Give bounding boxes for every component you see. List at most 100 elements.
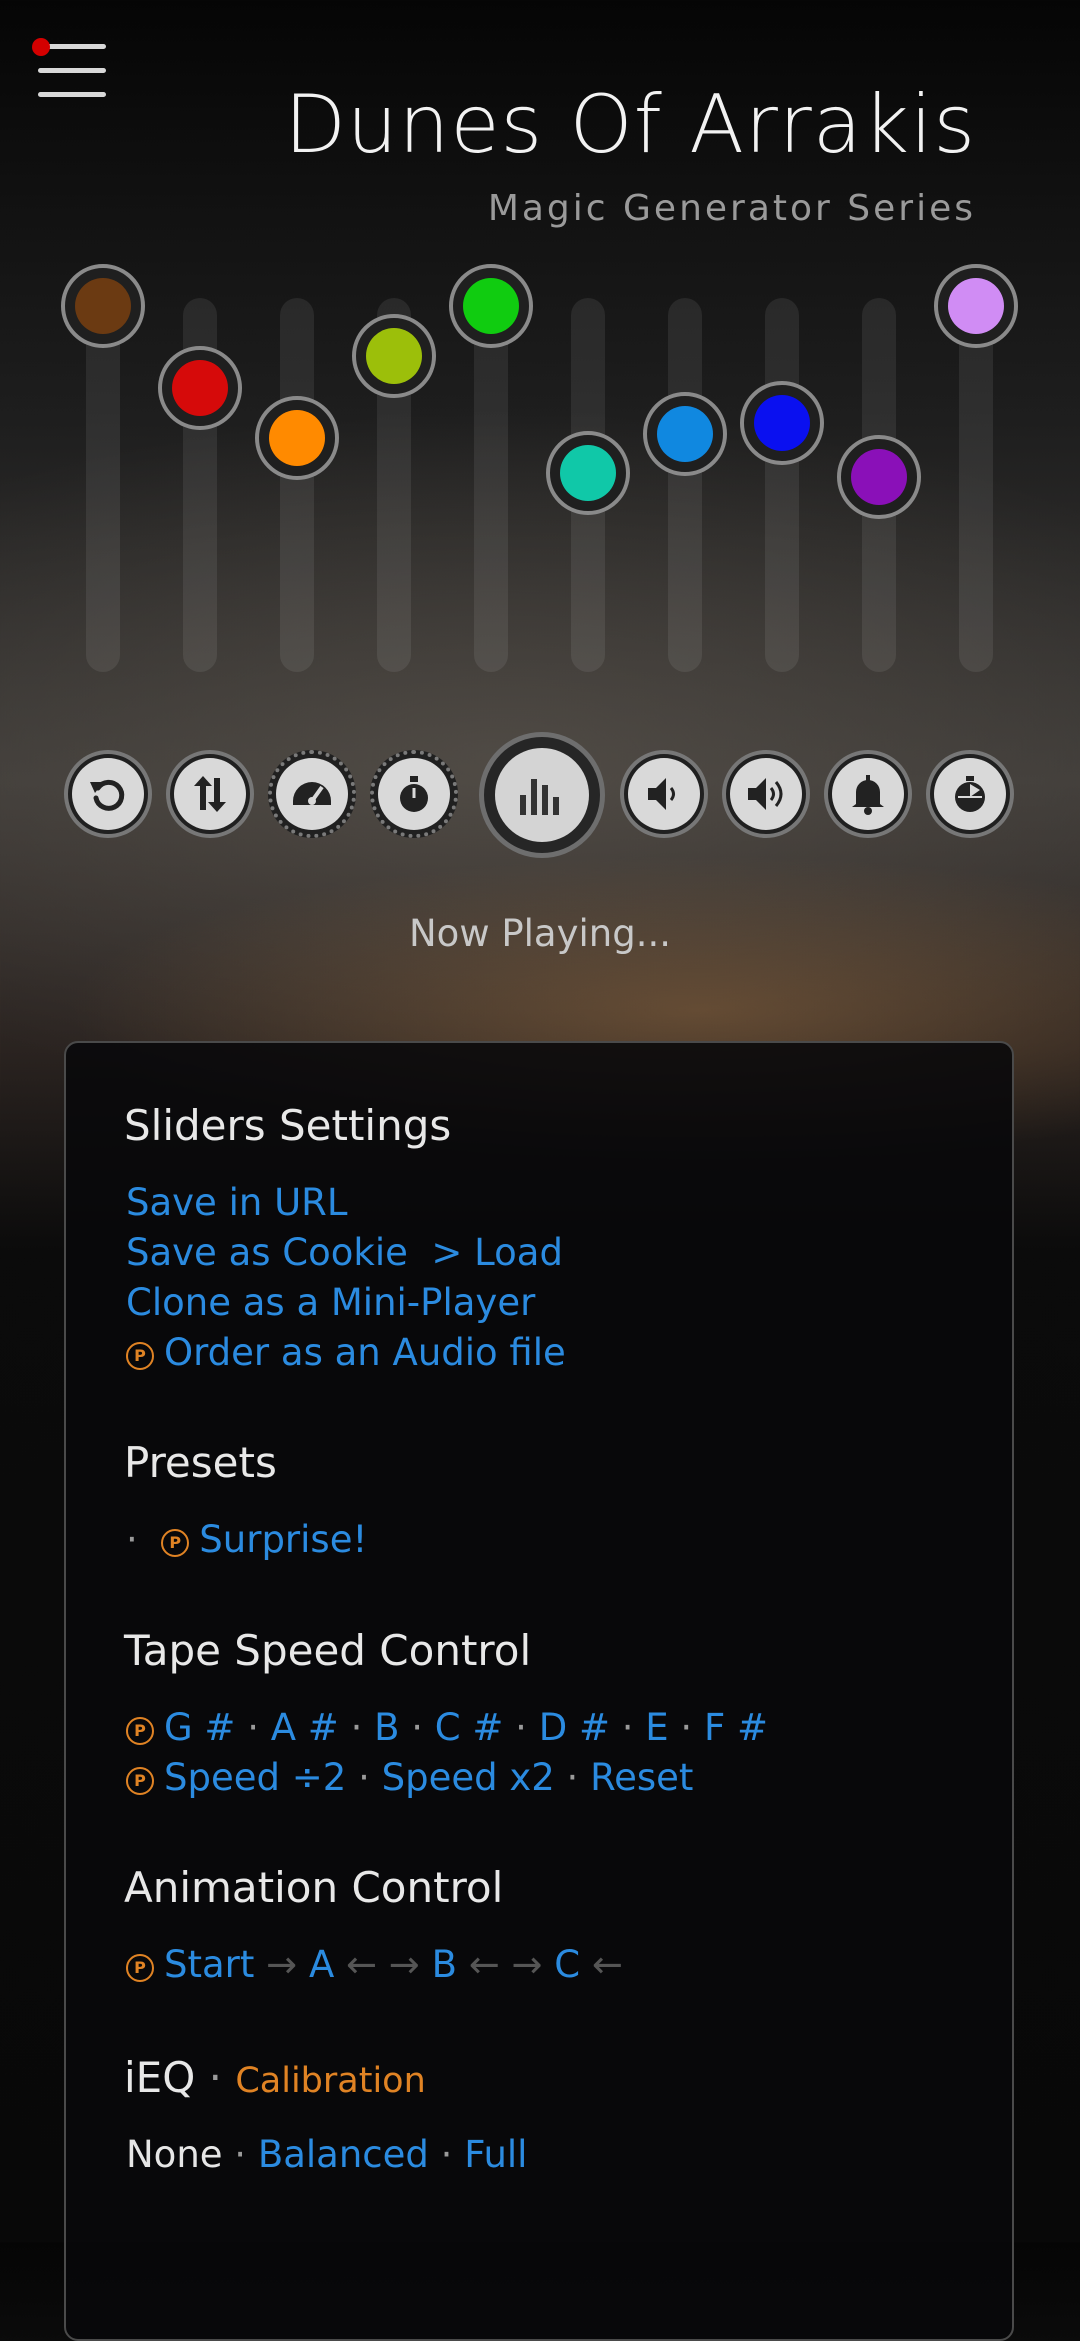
premium-icon: P [161, 1529, 190, 1557]
premium-icon: P [126, 1717, 154, 1745]
separator: · [503, 1706, 539, 1749]
slider-knob-color [172, 359, 228, 416]
load-link[interactable]: > Load [431, 1231, 563, 1274]
slider-knob-color [948, 278, 1004, 334]
slider-knob-color [560, 445, 616, 502]
separator: · [440, 2133, 453, 2176]
ieq-none-option[interactable]: None [126, 2133, 223, 2176]
clone-mini-player-link[interactable]: Clone as a Mini-Player [126, 1281, 535, 1324]
page-title: Dunes Of Arrakis [284, 78, 976, 171]
separator: · [338, 1706, 375, 1749]
sliders-settings-heading: Sliders Settings [124, 1101, 452, 1150]
slider-knob[interactable] [546, 431, 630, 516]
sliders-shuffle-icon [174, 758, 246, 830]
speedometer-icon [276, 758, 348, 830]
reset-button[interactable] [64, 750, 152, 838]
slider-knob[interactable] [61, 264, 145, 348]
premium-icon: P [126, 1767, 154, 1795]
slider-track[interactable] [959, 298, 993, 672]
tape-note-link[interactable]: F # [704, 1706, 768, 1749]
volume-high-button[interactable] [722, 750, 810, 838]
bell-button[interactable] [824, 750, 912, 838]
bell-icon [832, 758, 904, 830]
now-playing-status: Now Playing... [409, 912, 671, 955]
sliders-shuffle-button[interactable] [166, 750, 254, 838]
order-audio-file-link[interactable]: Order as an Audio file [164, 1331, 566, 1374]
bullet: · [126, 1518, 138, 1561]
slider-knob-color [75, 278, 131, 334]
stopwatch-icon [378, 758, 450, 830]
menu-bar [38, 92, 106, 97]
premium-icon: P [126, 1342, 154, 1370]
slider-knob[interactable] [449, 264, 533, 348]
animation-c-link[interactable]: C [554, 1943, 580, 1986]
slider-track[interactable] [668, 298, 702, 672]
slider-knob-color [657, 406, 713, 463]
slider-track[interactable] [86, 298, 120, 672]
calibration-link[interactable]: Calibration [235, 2061, 425, 2101]
slider-knob-color [851, 448, 907, 505]
save-in-url-link[interactable]: Save in URL [126, 1181, 347, 1224]
reset-icon [72, 758, 144, 830]
slider-knob[interactable] [934, 264, 1018, 348]
animation-start-link[interactable]: Start [164, 1943, 254, 1986]
ieq-label: iEQ [124, 2053, 196, 2102]
slider-track[interactable] [280, 298, 314, 672]
equalizer-icon [495, 748, 589, 842]
menu-bar [38, 68, 106, 73]
left-arrow-icon: ← [346, 1943, 378, 1986]
tape-note-link[interactable]: C # [435, 1706, 504, 1749]
separator: · [609, 1706, 646, 1749]
save-as-cookie-link[interactable]: Save as Cookie [126, 1231, 408, 1274]
ieq-heading: iEQ · Calibration [124, 2053, 426, 2102]
ieq-full-link[interactable]: Full [464, 2133, 527, 2176]
slider-knob-color [463, 278, 519, 334]
slider-knob[interactable] [352, 313, 436, 398]
tape-note-link[interactable]: B [374, 1706, 399, 1749]
notification-dot [32, 38, 50, 56]
separator: · [566, 1756, 579, 1799]
page-subtitle: Magic Generator Series [487, 188, 976, 229]
menu-button[interactable] [32, 38, 106, 100]
left-arrow-icon: ← [468, 1943, 500, 1986]
separator: · [358, 1756, 370, 1799]
slider-knob-color [754, 395, 810, 452]
slider-knob[interactable] [740, 381, 824, 466]
right-arrow-icon: → [388, 1943, 420, 1986]
tape-note-link[interactable]: G # [164, 1706, 235, 1749]
surprise-preset-link[interactable]: Surprise! [199, 1518, 367, 1561]
slider-knob-color [269, 409, 325, 466]
reset-speed-link[interactable]: Reset [590, 1756, 693, 1799]
tape-speed-heading: Tape Speed Control [124, 1626, 532, 1675]
separator: · [234, 2133, 247, 2176]
speed-double-link[interactable]: Speed x2 [382, 1756, 555, 1799]
volume-high-icon [730, 758, 802, 830]
right-arrow-icon: → [266, 1943, 298, 1986]
volume-low-button[interactable] [620, 750, 708, 838]
tape-note-link[interactable]: D # [539, 1706, 610, 1749]
premium-icon: P [126, 1954, 154, 1982]
slider-knob[interactable] [158, 345, 242, 430]
slider-knob[interactable] [837, 434, 921, 519]
tape-note-link[interactable]: E [645, 1706, 668, 1749]
tape-note-link[interactable]: A # [271, 1706, 339, 1749]
slider-knob[interactable] [643, 392, 727, 477]
slider-knob[interactable] [255, 395, 339, 480]
separator: · [399, 1706, 435, 1749]
ieq-balanced-link[interactable]: Balanced [258, 2133, 429, 2176]
timer-button[interactable] [926, 750, 1014, 838]
timer-icon [934, 758, 1006, 830]
speed-half-link[interactable]: Speed ÷2 [164, 1756, 346, 1799]
right-arrow-icon: → [511, 1943, 543, 1986]
animation-a-link[interactable]: A [309, 1943, 334, 1986]
animation-b-link[interactable]: B [432, 1943, 457, 1986]
slider-knob-color [366, 327, 422, 384]
slider-track[interactable] [765, 298, 799, 672]
settings-panel: Sliders Settings Save in URL Save as Coo… [64, 1041, 1014, 2341]
stopwatch-button[interactable] [370, 750, 458, 838]
presets-heading: Presets [124, 1438, 277, 1487]
speedometer-button[interactable] [268, 750, 356, 838]
equalizer-button[interactable] [479, 732, 605, 858]
separator: · [235, 1706, 271, 1749]
slider-track[interactable] [474, 298, 508, 672]
